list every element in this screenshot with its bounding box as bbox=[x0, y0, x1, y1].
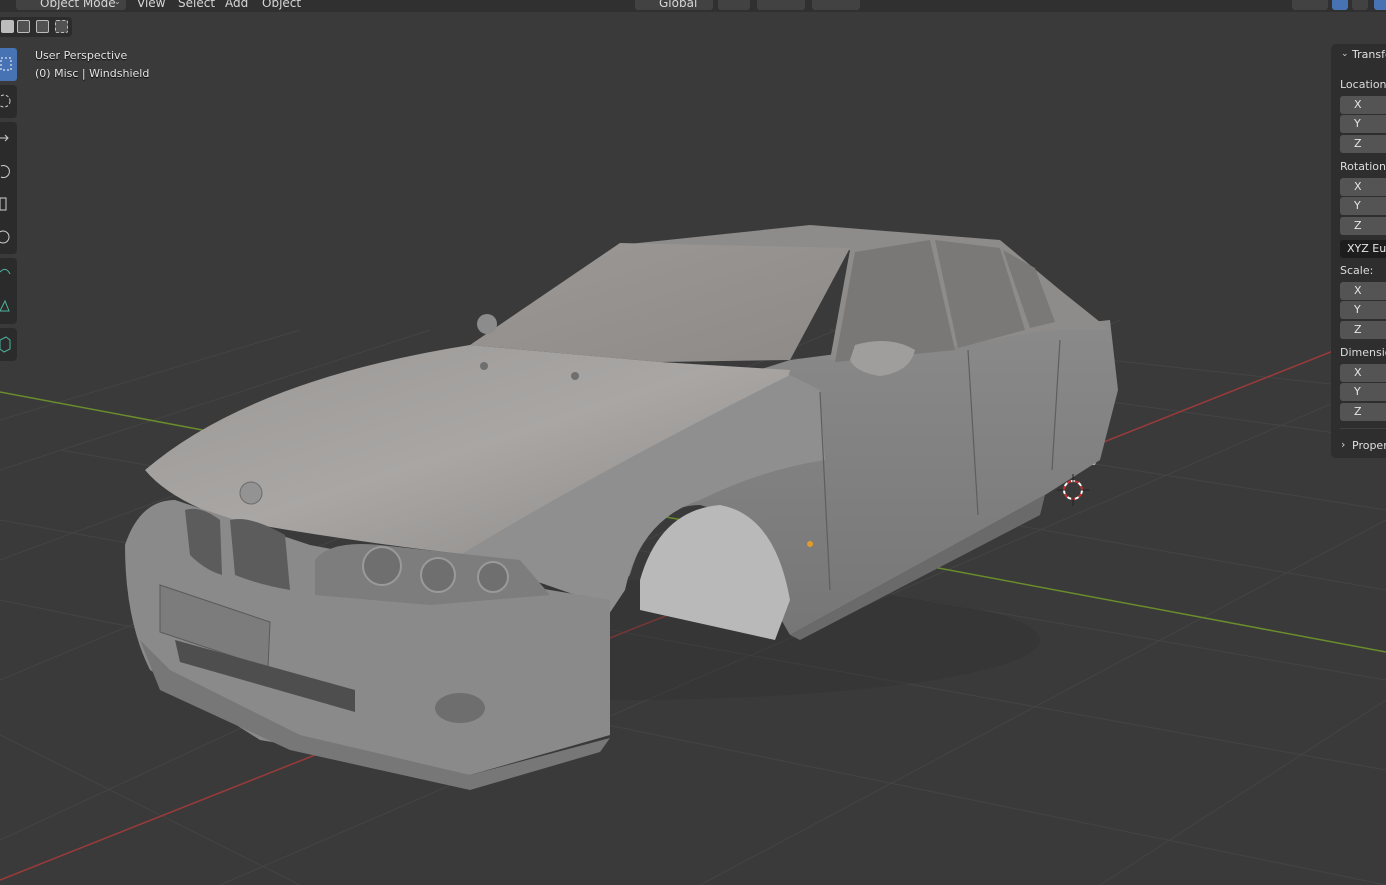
scale-y-field[interactable]: Y bbox=[1340, 301, 1386, 319]
scale-tool[interactable] bbox=[0, 188, 17, 221]
axis-x-label: X bbox=[1354, 284, 1362, 297]
dimensions-x-field[interactable]: X bbox=[1340, 364, 1386, 382]
rotation-x-field[interactable]: X bbox=[1340, 178, 1386, 196]
dimensions-z-field[interactable]: Z bbox=[1340, 403, 1386, 421]
move-icon bbox=[0, 134, 9, 142]
select-extend-icon[interactable] bbox=[17, 20, 30, 33]
axis-y-label: Y bbox=[1354, 199, 1361, 212]
chevron-down-icon: ⌄ bbox=[114, 0, 121, 6]
select-box-icon bbox=[0, 57, 12, 71]
location-x-field[interactable]: X bbox=[1340, 96, 1386, 114]
location-y-field[interactable]: Y bbox=[1340, 115, 1386, 133]
proportional-edit-toggle[interactable] bbox=[812, 0, 860, 10]
menu-object[interactable]: Object bbox=[262, 0, 301, 10]
axis-x-label: X bbox=[1354, 98, 1362, 111]
rotation-label: Rotation: bbox=[1340, 160, 1386, 173]
select-box-tool[interactable] bbox=[0, 48, 17, 81]
viewport-header: Object Mode ⌄ View Select Add Object Glo… bbox=[0, 0, 1386, 12]
chevron-down-icon: ⌄ bbox=[1341, 49, 1349, 59]
select-subtract-icon[interactable] bbox=[36, 20, 49, 33]
3d-viewport[interactable] bbox=[0, 0, 1386, 885]
rotation-z-field[interactable]: Z bbox=[1340, 217, 1386, 235]
mode-label: Object Mode bbox=[40, 0, 116, 10]
viewport-scene bbox=[0, 225, 1386, 885]
pivot-dropdown[interactable] bbox=[718, 0, 750, 10]
move-tool[interactable] bbox=[0, 122, 17, 155]
transform-tool[interactable] bbox=[0, 221, 17, 254]
select-new-icon[interactable] bbox=[1, 20, 14, 33]
perspective-label: User Perspective bbox=[35, 49, 128, 62]
scale-icon bbox=[0, 197, 7, 211]
snap-toggle[interactable] bbox=[757, 0, 805, 10]
axis-z-label: Z bbox=[1354, 405, 1362, 418]
rotation-y-field[interactable]: Y bbox=[1340, 197, 1386, 215]
location-z-field[interactable]: Z bbox=[1340, 135, 1386, 153]
scale-z-field[interactable]: Z bbox=[1340, 321, 1386, 339]
chevron-right-icon: › bbox=[1341, 438, 1346, 451]
rotate-icon bbox=[0, 165, 10, 178]
axis-y-label: Y bbox=[1354, 303, 1361, 316]
menu-select[interactable]: Select bbox=[178, 0, 215, 10]
properties-title: Properties bbox=[1352, 439, 1386, 452]
rotation-mode-dropdown[interactable]: XYZ Euler bbox=[1340, 240, 1386, 258]
panel-divider bbox=[1340, 428, 1386, 429]
measure-tool[interactable] bbox=[0, 291, 17, 324]
rotate-tool[interactable] bbox=[0, 155, 17, 188]
dimensions-y-field[interactable]: Y bbox=[1340, 383, 1386, 401]
transform-panel-header[interactable]: ⌄ Transform bbox=[1331, 44, 1386, 66]
axis-y-label: Y bbox=[1354, 117, 1361, 130]
axis-z-label: Z bbox=[1354, 137, 1362, 150]
location-label: Location: bbox=[1340, 78, 1386, 91]
properties-panel-header[interactable]: › Properties bbox=[1331, 435, 1386, 457]
gizmo-toggle[interactable] bbox=[1332, 0, 1348, 10]
scale-label: Scale: bbox=[1340, 264, 1374, 277]
orientation-dropdown[interactable]: Global bbox=[635, 0, 713, 10]
axis-z-label: Z bbox=[1354, 219, 1362, 232]
dimensions-label: Dimensions: bbox=[1340, 346, 1386, 359]
tool-shelf bbox=[0, 48, 17, 365]
menu-add[interactable]: Add bbox=[225, 0, 248, 10]
transform-title: Transform bbox=[1352, 48, 1386, 61]
car-model bbox=[125, 225, 1118, 790]
sidebar-n-panel: ⌄ Transform Location: X Y Z Rotation: X … bbox=[1331, 44, 1386, 458]
cursor-icon bbox=[0, 94, 11, 108]
cursor-tool[interactable] bbox=[0, 85, 17, 118]
axis-z-label: Z bbox=[1354, 323, 1362, 336]
select-intersect-icon[interactable] bbox=[55, 20, 68, 33]
object-info-label: (0) Misc | Windshield bbox=[35, 67, 150, 80]
mode-dropdown[interactable]: Object Mode ⌄ bbox=[16, 0, 126, 10]
annotate-tool[interactable] bbox=[0, 258, 17, 291]
annotate-icon bbox=[0, 268, 11, 275]
axis-y-label: Y bbox=[1354, 385, 1361, 398]
measure-icon bbox=[0, 299, 10, 312]
axis-x-label: X bbox=[1354, 180, 1362, 193]
rotation-mode-value: XYZ Euler bbox=[1347, 242, 1386, 255]
axis-x-label: X bbox=[1354, 366, 1362, 379]
cube-icon bbox=[0, 336, 11, 353]
transform-icon bbox=[0, 230, 10, 244]
menu-view[interactable]: View bbox=[137, 0, 165, 10]
gizmo-dropdown[interactable] bbox=[1352, 0, 1368, 10]
overlay-toggle[interactable] bbox=[1374, 0, 1386, 10]
orientation-label: Global bbox=[659, 0, 698, 10]
scale-x-field[interactable]: X bbox=[1340, 282, 1386, 300]
selectability-dropdown[interactable] bbox=[1292, 0, 1328, 10]
selection-mode-group bbox=[0, 17, 72, 37]
add-cube-tool[interactable] bbox=[0, 328, 17, 361]
